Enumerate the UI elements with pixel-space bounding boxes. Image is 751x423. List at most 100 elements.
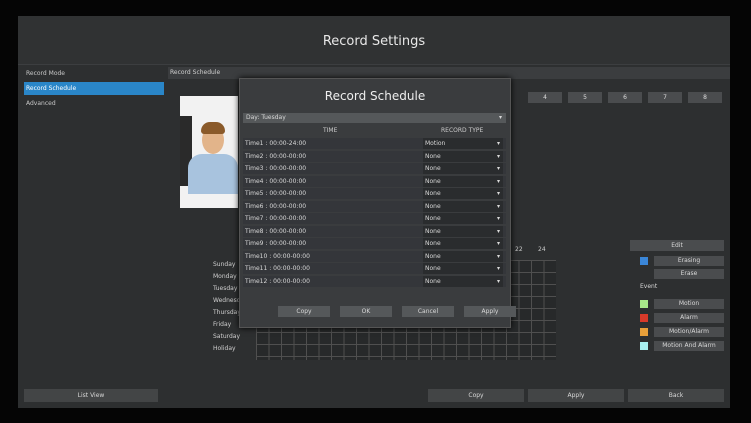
record-type-value: None <box>425 202 441 210</box>
time-row-label[interactable]: Time3 : 00:00-00:00 <box>245 163 420 174</box>
channel-button-8[interactable]: 8 <box>688 92 722 103</box>
time-row-label[interactable]: Time8 : 00:00-00:00 <box>245 226 420 237</box>
dialog-title: Record Schedule <box>324 89 426 103</box>
dialog-copy-button[interactable]: Copy <box>278 306 330 317</box>
camera-preview-thumbnail <box>180 96 238 208</box>
erase-swatch <box>640 270 648 278</box>
time-row: Time7 : 00:00-00:00 None ▾ <box>243 213 506 224</box>
alarm-label: Alarm <box>654 313 724 323</box>
record-type-value: None <box>425 265 441 272</box>
time-row: Time3 : 00:00-00:00 None ▾ <box>243 163 506 174</box>
chevron-down-icon: ▾ <box>496 215 500 222</box>
sidebar: Record Mode Record Schedule Advanced <box>24 67 164 112</box>
record-type-select[interactable]: None ▾ <box>423 263 503 274</box>
sidebar-item-record-mode[interactable]: Record Mode <box>24 67 164 80</box>
record-type-select[interactable]: None ▾ <box>423 150 503 162</box>
chevron-down-icon: ▾ <box>496 177 500 185</box>
channel-button-7[interactable]: 7 <box>648 92 682 103</box>
record-type-value: None <box>425 165 441 172</box>
time-row-label[interactable]: Time2 : 00:00-00:00 <box>245 151 420 162</box>
time-rows: Time1 : 00:00-24:00 Motion ▾ Time2 : 00:00-… <box>243 138 506 288</box>
motion-swatch <box>640 300 648 308</box>
dialog-ok-button[interactable]: OK <box>340 306 392 317</box>
back-button[interactable]: Back <box>628 389 724 402</box>
time-row-label[interactable]: Time11 : 00:00-00:00 <box>245 263 420 274</box>
hour-label-22: 22 <box>515 246 523 253</box>
record-type-select[interactable]: None ▾ <box>423 163 503 174</box>
chevron-down-icon: ▾ <box>496 202 500 210</box>
time-row: Time9 : 00:00-00:00 None ▾ <box>243 238 506 249</box>
record-type-value: None <box>425 152 441 160</box>
record-type-select[interactable]: None ▾ <box>423 213 503 224</box>
day-select[interactable]: Day: Tuesday ▾ <box>243 113 506 123</box>
chevron-down-icon: ▾ <box>496 165 500 172</box>
record-type-value: None <box>425 190 441 197</box>
time-row: Time8 : 00:00-00:00 None ▾ <box>243 225 506 237</box>
erasing-swatch <box>640 257 648 265</box>
channel-button-4[interactable]: 4 <box>528 92 562 103</box>
table-header: TIME RECORD TYPE <box>243 126 506 136</box>
time-row: Time12 : 00:00-00:00 None ▾ <box>243 275 506 287</box>
record-type-select[interactable]: None ▾ <box>423 250 503 262</box>
sidebar-item-record-schedule[interactable]: Record Schedule <box>24 82 164 95</box>
chevron-down-icon: ▾ <box>496 265 500 272</box>
record-type-select[interactable]: None ▾ <box>423 275 503 287</box>
channel-button-5[interactable]: 5 <box>568 92 602 103</box>
motion-and-alarm-swatch <box>640 342 648 350</box>
time-row-label[interactable]: Time5 : 00:00-00:00 <box>245 188 420 199</box>
dialog-cancel-button[interactable]: Cancel <box>402 306 454 317</box>
record-type-value: None <box>425 177 441 185</box>
record-type-value: None <box>425 227 441 235</box>
channel-button-6[interactable]: 6 <box>608 92 642 103</box>
list-view-button[interactable]: List View <box>24 389 158 402</box>
time-row: Time2 : 00:00-00:00 None ▾ <box>243 150 506 162</box>
time-row-label[interactable]: Time1 : 00:00-24:00 <box>245 138 420 149</box>
chevron-down-icon: ▾ <box>496 152 500 160</box>
day-select-value: Tuesday <box>261 114 286 121</box>
time-row-label[interactable]: Time9 : 00:00-00:00 <box>245 238 420 249</box>
day-label-holiday: Holiday <box>213 345 236 352</box>
alarm-swatch <box>640 314 648 322</box>
motion-or-alarm-label: Motion/Alarm <box>654 327 724 337</box>
erasing-label: Erasing <box>654 256 724 266</box>
chevron-down-icon: ▾ <box>496 252 500 260</box>
preview-person-shirt <box>188 154 238 194</box>
record-type-value: None <box>425 252 441 260</box>
record-type-value: None <box>425 277 441 285</box>
preview-person-hair <box>201 122 225 134</box>
time-row-label[interactable]: Time12 : 00:00-00:00 <box>245 276 420 287</box>
record-type-value: None <box>425 240 441 247</box>
time-row-label[interactable]: Time4 : 00:00-00:00 <box>245 176 420 187</box>
chevron-down-icon: ▾ <box>498 114 502 121</box>
time-row-label[interactable]: Time7 : 00:00-00:00 <box>245 213 420 224</box>
time-row: Time4 : 00:00-00:00 None ▾ <box>243 175 506 187</box>
chevron-down-icon: ▾ <box>496 140 500 147</box>
day-select-label: Day <box>246 114 258 121</box>
record-type-value: None <box>425 215 441 222</box>
time-row: Time11 : 00:00-00:00 None ▾ <box>243 263 506 274</box>
title-bar: Record Settings <box>18 16 730 64</box>
chevron-down-icon: ▾ <box>496 227 500 235</box>
time-row: Time10 : 00:00-00:00 None ▾ <box>243 250 506 262</box>
time-row: Time5 : 00:00-00:00 None ▾ <box>243 188 506 199</box>
dialog-apply-button[interactable]: Apply <box>464 306 516 317</box>
apply-button[interactable]: Apply <box>528 389 624 402</box>
time-row-label[interactable]: Time10 : 00:00-00:00 <box>245 251 420 262</box>
sidebar-item-advanced[interactable]: Advanced <box>24 97 164 110</box>
time-row: Time6 : 00:00-00:00 None ▾ <box>243 200 506 212</box>
record-type-select[interactable]: None ▾ <box>423 175 503 187</box>
record-type-select[interactable]: None ▾ <box>423 238 503 249</box>
time-row-label[interactable]: Time6 : 00:00-00:00 <box>245 201 420 212</box>
motion-and-alarm-label: Motion And Alarm <box>654 341 724 351</box>
record-type-select[interactable]: None ▾ <box>423 188 503 199</box>
record-settings-screen: Record Settings Record Mode Record Sched… <box>18 16 730 408</box>
window-title: Record Settings <box>322 34 426 49</box>
record-type-select[interactable]: Motion ▾ <box>423 138 503 149</box>
time-row: Time1 : 00:00-24:00 Motion ▾ <box>243 138 506 149</box>
record-type-select[interactable]: None ▾ <box>423 225 503 237</box>
record-type-select[interactable]: None ▾ <box>423 200 503 212</box>
edit-button[interactable]: Edit <box>630 240 724 251</box>
chevron-down-icon: ▾ <box>496 190 500 197</box>
chevron-down-icon: ▾ <box>496 277 500 285</box>
copy-button[interactable]: Copy <box>428 389 524 402</box>
